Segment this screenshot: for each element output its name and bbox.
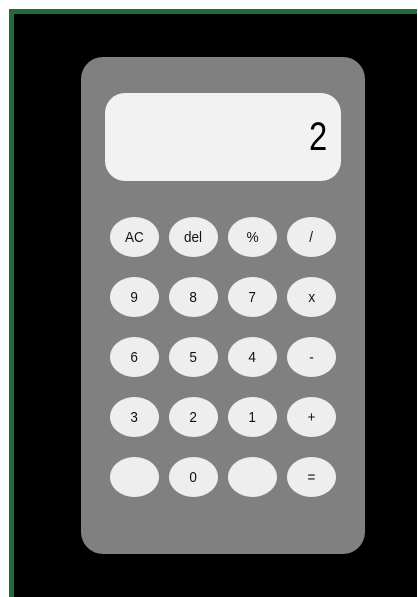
keypad: AC del % / 9 8 7 x 6 5 4 - 3 2 1 + 0 = — [110, 217, 337, 497]
app-frame: 2 AC del % / 9 8 7 x 6 5 4 - 3 2 1 + 0 = — [9, 9, 417, 597]
delete-button[interactable]: del — [169, 217, 218, 257]
digit-2-button[interactable]: 2 — [169, 397, 218, 437]
multiply-button[interactable]: x — [287, 277, 336, 317]
equals-button[interactable]: = — [287, 457, 336, 497]
blank-button-right[interactable] — [228, 457, 277, 497]
subtract-button[interactable]: - — [287, 337, 336, 377]
digit-6-button[interactable]: 6 — [110, 337, 159, 377]
clear-all-button[interactable]: AC — [110, 217, 159, 257]
percent-button[interactable]: % — [228, 217, 277, 257]
digit-1-button[interactable]: 1 — [228, 397, 277, 437]
blank-button-left[interactable] — [110, 457, 159, 497]
digit-8-button[interactable]: 8 — [169, 277, 218, 317]
digit-7-button[interactable]: 7 — [228, 277, 277, 317]
display-value: 2 — [308, 115, 327, 159]
calculator-display: 2 — [105, 93, 341, 181]
digit-0-button[interactable]: 0 — [169, 457, 218, 497]
digit-3-button[interactable]: 3 — [110, 397, 159, 437]
calculator-body: 2 AC del % / 9 8 7 x 6 5 4 - 3 2 1 + 0 = — [81, 57, 365, 554]
digit-5-button[interactable]: 5 — [169, 337, 218, 377]
digit-4-button[interactable]: 4 — [228, 337, 277, 377]
add-button[interactable]: + — [287, 397, 336, 437]
divide-button[interactable]: / — [287, 217, 336, 257]
digit-9-button[interactable]: 9 — [110, 277, 159, 317]
